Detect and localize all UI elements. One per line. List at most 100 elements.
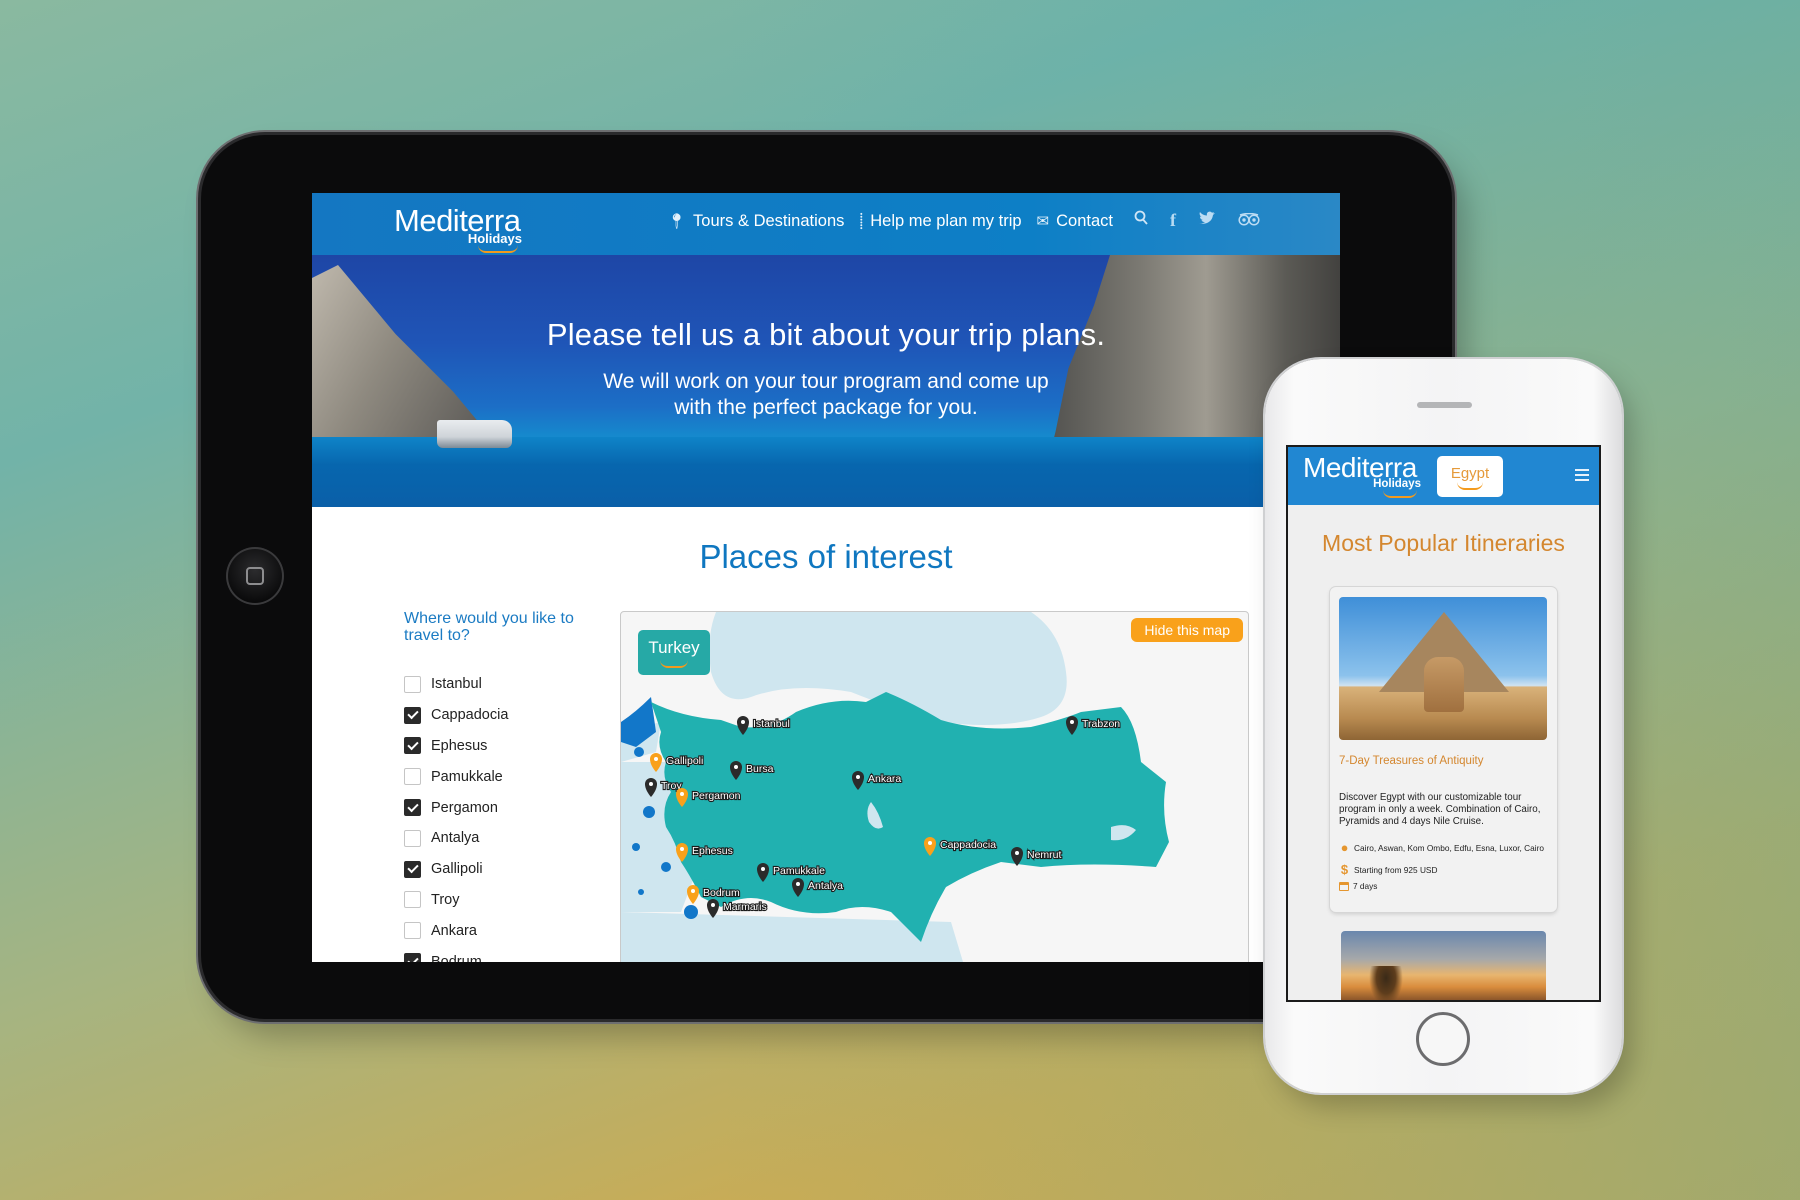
map-marker-label: Trabzon — [1082, 718, 1120, 730]
pin-dot — [711, 903, 715, 907]
itinerary-title[interactable]: 7-Day Treasures of Antiquity — [1339, 755, 1483, 767]
phone-screen: Mediterra Holidays Egypt Most Popular It… — [1286, 445, 1601, 1002]
checkbox-istanbul[interactable]: Istanbul — [404, 669, 508, 700]
checkbox-label: Gallipoli — [431, 861, 483, 878]
map-marker-label: Nemrut — [1027, 849, 1062, 861]
price-text: Starting from 925 USD — [1354, 864, 1438, 875]
nav-tours-destinations[interactable]: 📍︎ Tours & Destinations — [667, 212, 844, 231]
nav-label: Help me plan my trip — [870, 211, 1022, 230]
map-pin-icon: 📍︎ — [667, 213, 687, 230]
calendar-icon — [1339, 881, 1349, 891]
checkbox-troy[interactable]: Troy — [404, 885, 508, 916]
map-marker-label: Bodrum — [703, 887, 740, 899]
map-marker-label: Pergamon — [692, 790, 741, 802]
checkbox-checked[interactable] — [404, 737, 421, 755]
logo-swoosh-icon — [478, 245, 518, 253]
logo-sub-text: Holidays — [1373, 478, 1421, 490]
country-badge-egypt[interactable]: Egypt — [1437, 456, 1503, 497]
sphinx-shape — [1424, 657, 1464, 712]
island — [684, 905, 698, 919]
pin-dot — [761, 867, 765, 871]
mobile-brand-logo[interactable]: Mediterra Holidays — [1303, 454, 1421, 500]
checkbox-ankara[interactable]: Ankara — [404, 915, 508, 946]
pin-dot — [680, 847, 684, 851]
map-marker-label: Pamukkale — [773, 865, 825, 877]
checkbox-unchecked[interactable] — [404, 829, 421, 847]
checkbox-pergamon[interactable]: Pergamon — [404, 792, 508, 823]
island — [661, 862, 671, 872]
nav-contact[interactable]: ✉︎ Contact — [1037, 212, 1113, 231]
tripadvisor-icon[interactable] — [1238, 211, 1260, 231]
social-links: f — [1134, 210, 1260, 231]
turkey-map[interactable]: Istanbul Trabzon Gallipoli Bursa Ankara Troy P… — [620, 611, 1249, 962]
itinerary-route: ● Cairo, Aswan, Kom Ombo, Edfu, Esna, Lu… — [1339, 840, 1544, 855]
checkbox-antalya[interactable]: Antalya — [404, 823, 508, 854]
map-marker-label: Gallipoli — [666, 755, 703, 767]
site-header: Mediterra Holidays 📍︎ Tours & Destinatio… — [312, 193, 1340, 255]
pin-dot — [654, 757, 658, 761]
checkbox-pamukkale[interactable]: Pamukkale — [404, 761, 508, 792]
island — [638, 889, 644, 895]
main-nav: 📍︎ Tours & Destinations ⸽ Help me plan m… — [667, 211, 1113, 231]
places-title: Places of interest — [699, 538, 953, 575]
section-title: Most Popular Itineraries — [1322, 530, 1565, 556]
destination-question: Where would you like to travel to? — [404, 610, 574, 644]
facebook-icon[interactable]: f — [1170, 210, 1176, 231]
phone-speaker — [1417, 402, 1472, 408]
checkbox-checked[interactable] — [404, 799, 421, 817]
nav-label: Tours & Destinations — [693, 211, 845, 230]
pin-dot — [691, 889, 695, 893]
checkbox-label: Istanbul — [431, 676, 482, 693]
logo-sub-text: Holidays — [467, 231, 522, 246]
envelope-icon: ✉︎ — [1036, 213, 1050, 230]
checkbox-unchecked[interactable] — [404, 768, 421, 786]
map-marker-label: Bursa — [746, 763, 774, 775]
pin-dot — [1015, 851, 1019, 855]
home-square-icon — [246, 567, 264, 585]
mobile-header: Mediterra Holidays Egypt — [1288, 447, 1599, 505]
checkbox-label: Troy — [431, 891, 460, 908]
checkbox-bodrum[interactable]: Bodrum — [404, 946, 508, 962]
nav-help-plan-trip[interactable]: ⸽ Help me plan my trip — [859, 211, 1021, 231]
checkbox-ephesus[interactable]: Ephesus — [404, 731, 508, 762]
checkbox-unchecked[interactable] — [404, 891, 421, 909]
pyramid-photo — [1339, 597, 1547, 740]
map-marker-label: Cappadocia — [940, 839, 996, 851]
pin-dot — [1070, 720, 1074, 724]
brand-logo[interactable]: Mediterra Holidays — [394, 205, 522, 253]
island — [634, 747, 644, 757]
hero-banner: Please tell us a bit about your trip pla… — [312, 255, 1340, 507]
country-badge: Turkey — [638, 630, 710, 675]
checkbox-checked[interactable] — [404, 953, 421, 962]
checkbox-unchecked[interactable] — [404, 675, 421, 693]
checkbox-checked[interactable] — [404, 860, 421, 878]
itinerary-card[interactable]: 7-Day Treasures of Antiquity Discover Eg… — [1330, 587, 1557, 912]
palm-tree-shape — [1369, 966, 1403, 1000]
checkbox-label: Antalya — [431, 830, 480, 847]
dollar-icon: $ — [1340, 862, 1349, 877]
route-icon: ⸽ — [859, 213, 864, 230]
pin-dot — [928, 841, 932, 845]
checkbox-gallipoli[interactable]: Gallipoli — [404, 854, 508, 885]
checkbox-cappadocia[interactable]: Cappadocia — [404, 700, 508, 731]
logo-swoosh-icon — [1383, 490, 1417, 498]
phone-home-button[interactable] — [1416, 1012, 1470, 1066]
hamburger-icon[interactable] — [1575, 469, 1589, 484]
twitter-icon[interactable] — [1198, 211, 1216, 231]
map-marker-label: Ephesus — [692, 845, 733, 857]
checkbox-label: Pamukkale — [431, 768, 503, 785]
hero-subtitle: We will work on your tour program and co… — [312, 369, 1340, 421]
luxor-photo[interactable] — [1341, 931, 1546, 1000]
checkbox-unchecked[interactable] — [404, 922, 421, 940]
hide-map-button[interactable]: Hide this map — [1131, 618, 1243, 642]
pin-dot — [680, 792, 684, 796]
search-icon[interactable] — [1134, 210, 1148, 231]
checkbox-checked[interactable] — [404, 706, 421, 724]
itinerary-price: $ Starting from 925 USD — [1339, 862, 1438, 877]
island — [632, 843, 640, 851]
map-pin-icon: ● — [1340, 840, 1349, 855]
tablet-home-button[interactable] — [226, 547, 284, 605]
hero-subtitle-line: We will work on your tour program and co… — [603, 370, 1049, 393]
map-canvas: Istanbul TrabzonGallipoliBursaAnkaraTroyP… — [621, 612, 1169, 962]
checkbox-label: Cappadocia — [431, 707, 509, 724]
